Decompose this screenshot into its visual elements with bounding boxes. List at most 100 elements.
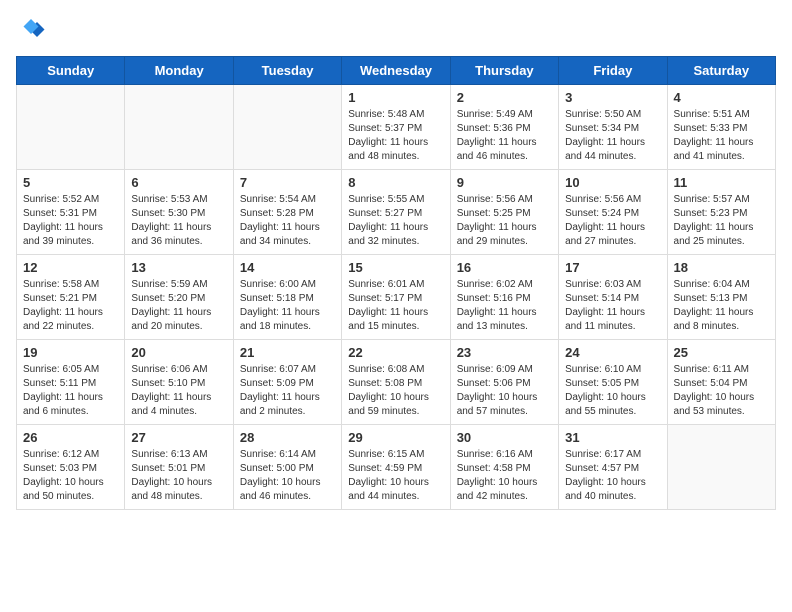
day-number: 2 (457, 90, 552, 105)
day-info: Sunrise: 5:52 AM Sunset: 5:31 PM Dayligh… (23, 193, 118, 249)
calendar-cell: 2 Sunrise: 5:49 AM Sunset: 5:36 PM Daylig… (450, 85, 558, 170)
day-info: Sunrise: 6:11 AM Sunset: 5:04 PM Dayligh… (674, 363, 769, 419)
day-number: 24 (565, 345, 660, 360)
calendar-cell: 27 Sunrise: 6:13 AM Sunset: 5:01 PM Dayli… (125, 425, 233, 510)
calendar-cell: 16Sunrise: 6:02 AM Sunset: 5:16 PM Dayli… (450, 255, 558, 340)
day-number: 31 (565, 430, 660, 445)
calendar-cell: 1 Sunrise: 5:48 AM Sunset: 5:37 PM Daylig… (342, 85, 450, 170)
day-info: Sunrise: 6:01 AM Sunset: 5:17 PM Dayligh… (348, 278, 443, 334)
day-number: 20 (131, 345, 226, 360)
day-info: Sunrise: 6:09 AM Sunset: 5:06 PM Dayligh… (457, 363, 552, 419)
day-number: 19 (23, 345, 118, 360)
day-number: 9 (457, 175, 552, 190)
day-info: Sunrise: 5:54 AM Sunset: 5:28 PM Dayligh… (240, 193, 335, 249)
calendar-cell: 19 Sunrise: 6:05 AM Sunset: 5:11 PM Dayli… (17, 340, 125, 425)
calendar-cell: 11Sunrise: 5:57 AM Sunset: 5:23 PM Dayli… (667, 170, 775, 255)
day-number: 1 (348, 90, 443, 105)
week-row-5: 26 Sunrise: 6:12 AM Sunset: 5:03 PM Dayli… (17, 425, 776, 510)
weekday-monday: Monday (125, 57, 233, 85)
calendar-cell: 13 Sunrise: 5:59 AM Sunset: 5:20 PM Dayli… (125, 255, 233, 340)
day-info: Sunrise: 6:17 AM Sunset: 4:57 PM Dayligh… (565, 448, 660, 504)
page-header (16, 16, 776, 46)
weekday-friday: Friday (559, 57, 667, 85)
calendar-cell: 5 Sunrise: 5:52 AM Sunset: 5:31 PM Daylig… (17, 170, 125, 255)
calendar-cell: 30 Sunrise: 6:16 AM Sunset: 4:58 PM Dayli… (450, 425, 558, 510)
calendar-cell: 7 Sunrise: 5:54 AM Sunset: 5:28 PM Daylig… (233, 170, 341, 255)
calendar-cell: 29Sunrise: 6:15 AM Sunset: 4:59 PM Dayli… (342, 425, 450, 510)
day-info: Sunrise: 5:51 AM Sunset: 5:33 PM Dayligh… (674, 108, 769, 164)
day-number: 8 (348, 175, 443, 190)
calendar-cell (125, 85, 233, 170)
calendar-cell: 21 Sunrise: 6:07 AM Sunset: 5:09 PM Dayli… (233, 340, 341, 425)
calendar-table: SundayMondayTuesdayWednesdayThursdayFrid… (16, 56, 776, 510)
day-info: Sunrise: 6:04 AM Sunset: 5:13 PM Dayligh… (674, 278, 769, 334)
calendar-cell (17, 85, 125, 170)
calendar-cell: 20 Sunrise: 6:06 AM Sunset: 5:10 PM Dayli… (125, 340, 233, 425)
day-number: 18 (674, 260, 769, 275)
week-row-1: 1 Sunrise: 5:48 AM Sunset: 5:37 PM Daylig… (17, 85, 776, 170)
calendar-cell: 8 Sunrise: 5:55 AM Sunset: 5:27 PM Daylig… (342, 170, 450, 255)
calendar-cell (667, 425, 775, 510)
weekday-wednesday: Wednesday (342, 57, 450, 85)
calendar-cell: 23 Sunrise: 6:09 AM Sunset: 5:06 PM Dayli… (450, 340, 558, 425)
day-info: Sunrise: 5:59 AM Sunset: 5:20 PM Dayligh… (131, 278, 226, 334)
calendar-cell: 10 Sunrise: 5:56 AM Sunset: 5:24 PM Dayli… (559, 170, 667, 255)
day-info: Sunrise: 6:03 AM Sunset: 5:14 PM Dayligh… (565, 278, 660, 334)
day-info: Sunrise: 6:15 AM Sunset: 4:59 PM Dayligh… (348, 448, 443, 504)
day-number: 28 (240, 430, 335, 445)
day-info: Sunrise: 6:12 AM Sunset: 5:03 PM Dayligh… (23, 448, 118, 504)
week-row-4: 19 Sunrise: 6:05 AM Sunset: 5:11 PM Dayli… (17, 340, 776, 425)
day-number: 6 (131, 175, 226, 190)
day-info: Sunrise: 6:13 AM Sunset: 5:01 PM Dayligh… (131, 448, 226, 504)
day-number: 3 (565, 90, 660, 105)
day-info: Sunrise: 5:58 AM Sunset: 5:21 PM Dayligh… (23, 278, 118, 334)
calendar-cell: 12Sunrise: 5:58 AM Sunset: 5:21 PM Dayli… (17, 255, 125, 340)
day-info: Sunrise: 6:02 AM Sunset: 5:16 PM Dayligh… (457, 278, 552, 334)
day-number: 26 (23, 430, 118, 445)
day-info: Sunrise: 5:56 AM Sunset: 5:24 PM Dayligh… (565, 193, 660, 249)
day-info: Sunrise: 5:48 AM Sunset: 5:37 PM Dayligh… (348, 108, 443, 164)
day-info: Sunrise: 5:49 AM Sunset: 5:36 PM Dayligh… (457, 108, 552, 164)
day-number: 13 (131, 260, 226, 275)
day-number: 4 (674, 90, 769, 105)
calendar-cell: 6 Sunrise: 5:53 AM Sunset: 5:30 PM Daylig… (125, 170, 233, 255)
day-number: 15 (348, 260, 443, 275)
day-number: 7 (240, 175, 335, 190)
day-number: 23 (457, 345, 552, 360)
logo-icon (16, 16, 46, 46)
day-info: Sunrise: 5:56 AM Sunset: 5:25 PM Dayligh… (457, 193, 552, 249)
calendar-cell: 9 Sunrise: 5:56 AM Sunset: 5:25 PM Daylig… (450, 170, 558, 255)
day-number: 14 (240, 260, 335, 275)
day-info: Sunrise: 6:16 AM Sunset: 4:58 PM Dayligh… (457, 448, 552, 504)
calendar-cell: 25 Sunrise: 6:11 AM Sunset: 5:04 PM Dayli… (667, 340, 775, 425)
day-number: 25 (674, 345, 769, 360)
day-info: Sunrise: 5:50 AM Sunset: 5:34 PM Dayligh… (565, 108, 660, 164)
day-info: Sunrise: 6:07 AM Sunset: 5:09 PM Dayligh… (240, 363, 335, 419)
day-number: 27 (131, 430, 226, 445)
calendar-cell: 24Sunrise: 6:10 AM Sunset: 5:05 PM Dayli… (559, 340, 667, 425)
day-info: Sunrise: 6:14 AM Sunset: 5:00 PM Dayligh… (240, 448, 335, 504)
calendar-cell: 28 Sunrise: 6:14 AM Sunset: 5:00 PM Dayli… (233, 425, 341, 510)
calendar-cell: 18 Sunrise: 6:04 AM Sunset: 5:13 PM Dayli… (667, 255, 775, 340)
calendar-cell: 31 Sunrise: 6:17 AM Sunset: 4:57 PM Dayli… (559, 425, 667, 510)
day-info: Sunrise: 6:05 AM Sunset: 5:11 PM Dayligh… (23, 363, 118, 419)
week-row-2: 5 Sunrise: 5:52 AM Sunset: 5:31 PM Daylig… (17, 170, 776, 255)
calendar-cell: 3 Sunrise: 5:50 AM Sunset: 5:34 PM Daylig… (559, 85, 667, 170)
calendar-cell (233, 85, 341, 170)
day-info: Sunrise: 5:55 AM Sunset: 5:27 PM Dayligh… (348, 193, 443, 249)
calendar-cell: 15 Sunrise: 6:01 AM Sunset: 5:17 PM Dayli… (342, 255, 450, 340)
calendar-cell: 14 Sunrise: 6:00 AM Sunset: 5:18 PM Dayli… (233, 255, 341, 340)
day-number: 5 (23, 175, 118, 190)
calendar-cell: 26 Sunrise: 6:12 AM Sunset: 5:03 PM Dayli… (17, 425, 125, 510)
day-info: Sunrise: 5:53 AM Sunset: 5:30 PM Dayligh… (131, 193, 226, 249)
day-number: 21 (240, 345, 335, 360)
day-info: Sunrise: 5:57 AM Sunset: 5:23 PM Dayligh… (674, 193, 769, 249)
weekday-saturday: Saturday (667, 57, 775, 85)
day-number: 10 (565, 175, 660, 190)
day-number: 30 (457, 430, 552, 445)
day-info: Sunrise: 6:00 AM Sunset: 5:18 PM Dayligh… (240, 278, 335, 334)
day-info: Sunrise: 6:06 AM Sunset: 5:10 PM Dayligh… (131, 363, 226, 419)
weekday-header-row: SundayMondayTuesdayWednesdayThursdayFrid… (17, 57, 776, 85)
calendar-cell: 22Sunrise: 6:08 AM Sunset: 5:08 PM Dayli… (342, 340, 450, 425)
calendar-cell: 17Sunrise: 6:03 AM Sunset: 5:14 PM Dayli… (559, 255, 667, 340)
